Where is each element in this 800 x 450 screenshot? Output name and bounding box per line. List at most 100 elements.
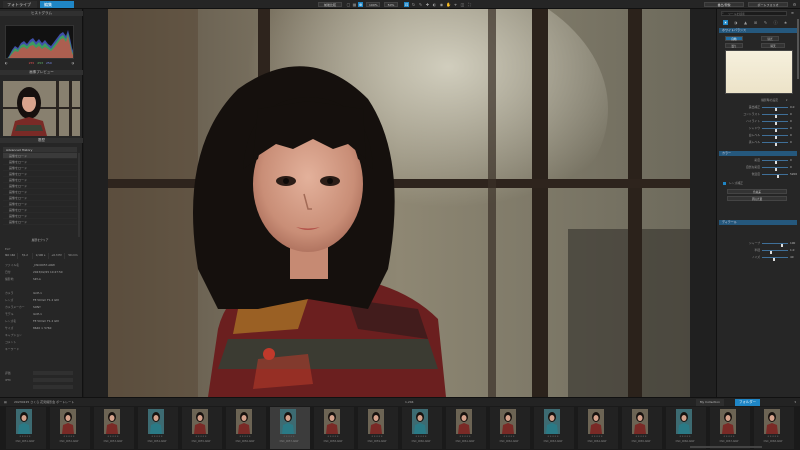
rating-field[interactable] bbox=[33, 371, 73, 375]
filmstrip-thumbnail[interactable]: ★★★★★ DSC_0062.ARW bbox=[488, 407, 532, 449]
rating-stars[interactable]: ★★★★★ bbox=[666, 435, 704, 438]
compare-split-icon[interactable]: ◫ bbox=[460, 2, 465, 7]
settings-gear-icon[interactable]: ⚙ bbox=[792, 2, 797, 7]
detail-header[interactable]: ディテール bbox=[719, 220, 797, 225]
tool-tab-color-icon[interactable]: ◑ bbox=[733, 20, 738, 25]
tool-tab-favorite-icon[interactable]: ★ bbox=[783, 20, 788, 25]
redeye-icon[interactable]: ◉ bbox=[439, 2, 444, 7]
slider-value[interactable]: 0 bbox=[790, 158, 792, 163]
crop-icon[interactable]: ⊡ bbox=[404, 2, 409, 7]
slider-value[interactable]: 5200 bbox=[790, 172, 797, 177]
filmstrip-thumbnail[interactable]: ★★★★★ DSC_0060.ARW bbox=[400, 407, 444, 449]
tab-my-collection[interactable]: My Collection bbox=[695, 399, 724, 406]
filmstrip-thumbnail[interactable]: ★★★★★ DSC_0065.ARW bbox=[620, 407, 664, 449]
meta-value[interactable]: _DSC0057.ARW bbox=[33, 262, 55, 268]
slider-knob[interactable] bbox=[773, 258, 775, 261]
zoom-100-button[interactable]: 100% bbox=[366, 2, 380, 7]
rating-stars[interactable]: ★★★★★ bbox=[138, 435, 176, 438]
tone-slider-row[interactable]: シャドウ 0 bbox=[720, 126, 798, 132]
slider-value[interactable]: 0 bbox=[790, 133, 792, 138]
slider-track[interactable] bbox=[762, 121, 788, 125]
tool-search-input[interactable]: ツールを検索 bbox=[721, 11, 787, 16]
detail-slider-row[interactable]: 半径 1.0 bbox=[720, 248, 798, 254]
slider-knob[interactable] bbox=[777, 175, 779, 178]
slider-knob[interactable] bbox=[775, 143, 777, 146]
history-header[interactable]: 履歴 bbox=[0, 138, 83, 143]
vignette-button[interactable]: 周辺光量 bbox=[727, 196, 787, 201]
filmstrip-thumbnail[interactable]: ★★★★★ DSC_0067.ARW bbox=[708, 407, 752, 449]
slider-value[interactable]: 40 bbox=[790, 255, 794, 260]
slider-track[interactable] bbox=[762, 160, 788, 164]
filmstrip-thumbnail[interactable]: ★★★★★ DSC_0061.ARW bbox=[444, 407, 488, 449]
portfolio-button[interactable]: ポートフォリオ bbox=[748, 2, 788, 7]
view-single-icon[interactable]: ▢ bbox=[346, 2, 351, 7]
slider-knob[interactable] bbox=[775, 129, 777, 132]
fullscreen-icon[interactable]: ⛶ bbox=[467, 2, 472, 7]
rating-stars[interactable]: ★★★★★ bbox=[358, 435, 396, 438]
tone-slider-row[interactable]: 白レベル 0 bbox=[720, 133, 798, 139]
rating-stars[interactable]: ★★★★★ bbox=[710, 435, 748, 438]
slider-track[interactable] bbox=[762, 128, 788, 132]
tool-tab-light-icon[interactable]: ☀ bbox=[723, 20, 728, 25]
lens-correction-checkbox[interactable] bbox=[723, 182, 726, 185]
filmstrip-thumbnail[interactable]: ★★★★★ DSC_0066.ARW bbox=[664, 407, 708, 449]
filmstrip-scrollbar[interactable] bbox=[690, 446, 762, 448]
filmstrip-thumbnail[interactable]: ★★★★★ DSC_0057.ARW bbox=[268, 407, 312, 449]
slider-value[interactable]: 0 bbox=[790, 126, 792, 131]
compare-button[interactable]: 前後比較 bbox=[318, 2, 342, 7]
clip-highlight-icon[interactable]: ◑ bbox=[71, 61, 74, 66]
slider-track[interactable] bbox=[762, 135, 788, 139]
slider-knob[interactable] bbox=[770, 251, 772, 254]
clip-shadow-icon[interactable]: ◐ bbox=[5, 61, 8, 65]
filmstrip-thumbnail[interactable]: ★★★★★ DSC_0063.ARW bbox=[532, 407, 576, 449]
rating-stars[interactable]: ★★★★★ bbox=[490, 435, 528, 438]
rating-stars[interactable]: ★★★★★ bbox=[578, 435, 616, 438]
slider-knob[interactable] bbox=[775, 122, 777, 125]
filmstrip-thumbnail[interactable]: ★★★★★ DSC_0055.ARW bbox=[180, 407, 224, 449]
tab-folder[interactable]: フォルダー bbox=[735, 399, 760, 406]
history-scrollbar[interactable] bbox=[78, 153, 80, 237]
hand-icon[interactable]: ✋ bbox=[446, 2, 451, 7]
meta-value[interactable]: ILCE-1 bbox=[33, 290, 42, 296]
slider-knob[interactable] bbox=[775, 161, 777, 164]
slider-value[interactable]: 0.0 bbox=[790, 105, 794, 110]
tone-slider-row[interactable]: 露出補正 0.0 bbox=[720, 105, 798, 111]
tool-tab-local-icon[interactable]: ✎ bbox=[763, 20, 768, 25]
tone-slider-row[interactable]: ハイライト 0 bbox=[720, 119, 798, 125]
filmstrip-thumbnail[interactable]: ★★★★★ DSC_0059.ARW bbox=[356, 407, 400, 449]
color-slider-row[interactable]: 自然な彩度 0 bbox=[720, 165, 798, 171]
filmstrip-thumbnail[interactable]: ★★★★★ DSC_0064.ARW bbox=[576, 407, 620, 449]
tab-library[interactable]: フォトライブラリ bbox=[3, 1, 37, 14]
zoom-icon[interactable]: ⊕ bbox=[358, 2, 363, 7]
wb-preview-swatch[interactable] bbox=[725, 50, 793, 94]
rating-stars[interactable]: ★★★★★ bbox=[6, 435, 44, 438]
navigator-header[interactable]: 画像プレビュー bbox=[0, 70, 83, 75]
extra-field[interactable] bbox=[33, 385, 73, 389]
histogram-header[interactable]: ヒストグラム bbox=[0, 11, 83, 16]
eyedropper-icon[interactable]: ⌖ bbox=[453, 2, 458, 7]
tone-slider-row[interactable]: 黒レベル 0 bbox=[720, 140, 798, 146]
rating-stars[interactable]: ★★★★★ bbox=[446, 435, 484, 438]
history-clear-link[interactable]: 履歴をクリア bbox=[3, 238, 77, 243]
rating-stars[interactable]: ★★★★★ bbox=[754, 435, 792, 438]
rating-stars[interactable]: ★★★★★ bbox=[402, 435, 440, 438]
rating-stars[interactable]: ★★★★★ bbox=[226, 435, 264, 438]
meta-value[interactable]: 2023/02/25 10:27:50 bbox=[33, 269, 63, 275]
slider-track[interactable] bbox=[762, 257, 788, 261]
lens-correction-row[interactable]: レンズ補正 bbox=[720, 181, 798, 186]
tool-tab-detail-icon[interactable]: ▲ bbox=[743, 20, 748, 25]
color-header[interactable]: カラー bbox=[719, 151, 797, 156]
wb-header[interactable]: ホワイトバランス bbox=[719, 28, 797, 33]
main-photo[interactable] bbox=[108, 9, 690, 397]
panel-menu-icon[interactable]: ≡ bbox=[791, 11, 794, 16]
heal-icon[interactable]: ✚ bbox=[425, 2, 430, 7]
mask-icon[interactable]: ◐ bbox=[432, 2, 437, 7]
rating-stars[interactable]: ★★★★★ bbox=[534, 435, 572, 438]
iptc-field[interactable] bbox=[33, 378, 73, 382]
tab-edit[interactable]: 編集 bbox=[40, 1, 74, 8]
slider-value[interactable]: 0 bbox=[790, 119, 792, 124]
rating-stars[interactable]: ★★★★★ bbox=[270, 435, 308, 438]
meta-value[interactable]: SKY-A bbox=[33, 276, 41, 282]
filmstrip-thumbnail[interactable]: ★★★★★ DSC_0053.ARW bbox=[92, 407, 136, 449]
wb-auto-chip[interactable]: 自動 bbox=[725, 36, 743, 41]
